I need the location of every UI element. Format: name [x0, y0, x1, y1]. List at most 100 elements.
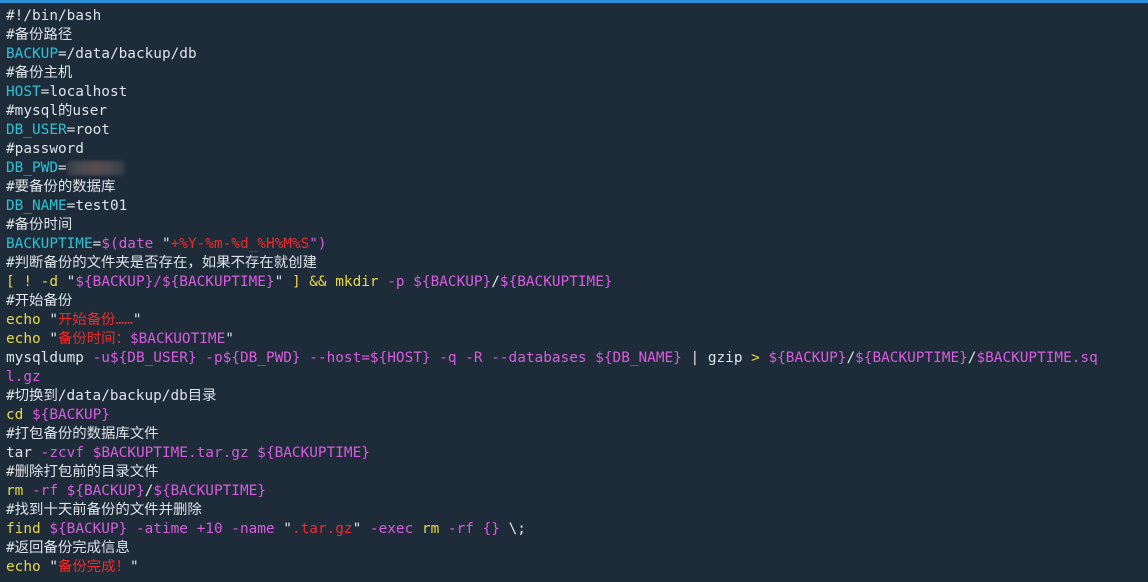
code-token-opt: -q -R --databases [430, 350, 596, 366]
code-token-txt: / [144, 483, 154, 499]
code-token-punct: " [40, 331, 58, 347]
code-token-var: HOST [6, 84, 41, 100]
code-token-punct: " [129, 559, 139, 575]
code-token-txt: =test01 [66, 198, 128, 214]
code-token-opt: ${BACKUP} [66, 483, 145, 499]
code-line: find ${BACKUP} -atime +10 -name ".tar.gz… [6, 520, 1144, 539]
code-token-txt: =localhost [40, 84, 128, 100]
code-token-str: 备份完成！ [57, 559, 130, 575]
code-token-txt: / [846, 350, 856, 366]
code-token-str: 开始备份…… [57, 312, 133, 328]
code-token-opt: -zcvf [32, 445, 93, 461]
code-token-opt: ${BACKUP} [32, 407, 110, 423]
code-line: echo "备份时间：$BACKUOTIME" [6, 330, 1144, 349]
code-token-opt: ${BACKUPTIME} [499, 274, 613, 290]
code-token-txt: tar [6, 445, 32, 461]
code-token-punct: " [161, 236, 171, 252]
code-token-opt: -p [378, 274, 414, 290]
code-token-comment: #!/bin/bash [6, 8, 102, 24]
code-line: #要备份的数据库 [6, 178, 1144, 197]
code-token-opt: ${BACKUP} [413, 274, 492, 290]
code-token-opt: ${DB_PWD} [222, 350, 301, 366]
code-token-opt: {} [482, 521, 500, 537]
code-token-opt: ${HOST} [369, 350, 431, 366]
code-token-str: 备份时间： [57, 331, 130, 347]
code-token-opt: $BACKUOTIME [129, 331, 226, 347]
code-token-comment: #开始备份 [6, 293, 73, 309]
code-token-opt: ") [309, 236, 327, 252]
code-line: mysqldump -u${DB_USER} -p${DB_PWD} --hos… [6, 349, 1144, 368]
code-line: #开始备份 [6, 292, 1144, 311]
code-token-comment: #mysql的user [6, 103, 108, 119]
code-token-opt: -rf [439, 521, 483, 537]
code-line: HOST=localhost [6, 83, 1144, 102]
code-line: #备份主机 [6, 64, 1144, 83]
code-line: #!/bin/bash [6, 7, 1144, 26]
code-token-opt: -atime +10 -name [127, 521, 284, 537]
code-token-txt: | gzip [681, 350, 752, 366]
code-token-opt: $BACKUPTIME.sq [976, 350, 1098, 366]
code-token-var: DB_USER [6, 122, 67, 138]
code-token-opt: -p [196, 350, 223, 366]
code-token-comment: #备份主机 [6, 65, 73, 81]
code-token-cmd: echo [6, 312, 41, 328]
code-token-txt: =root [66, 122, 110, 138]
code-line: cd ${BACKUP} [6, 406, 1144, 425]
code-token-cmd: > [751, 350, 769, 366]
code-token-opt: -rf [23, 483, 67, 499]
code-token-opt: -exec [361, 521, 422, 537]
code-line: echo "备份完成！" [6, 558, 1144, 577]
code-token-txt: = [57, 160, 67, 176]
code-token-cmd: [ ! -d [6, 274, 67, 290]
code-line: tar -zcvf $BACKUPTIME.tar.gz ${BACKUPTIM… [6, 444, 1144, 463]
code-token-cmd: echo [6, 559, 41, 575]
code-line: #找到十天前备份的文件并删除 [6, 501, 1144, 520]
script-editor[interactable]: #!/bin/bash #备份路径 BACKUP=/data/backup/db #备… [6, 7, 1144, 577]
code-token-cmd: rm [421, 521, 440, 537]
code-token-punct: " [40, 559, 58, 575]
code-token-comment: #备份路径 [6, 27, 73, 43]
code-line: DB_PWD= [6, 159, 1144, 178]
code-line: #mysql的user [6, 102, 1144, 121]
code-token-var: BACKUPTIME [6, 236, 93, 252]
code-token-cmd: mkdir [335, 274, 379, 290]
code-line: BACKUPTIME=$(date "+%Y-%m-%d_%H%M%S") [6, 235, 1144, 254]
code-token-opt: ${DB_NAME} [595, 350, 682, 366]
code-token-comment: #删除打包前的目录文件 [6, 464, 159, 480]
code-line: DB_USER=root [6, 121, 1144, 140]
code-token-var: DB_NAME [6, 198, 67, 214]
code-token-comment: #要备份的数据库 [6, 179, 116, 195]
code-line: #password [6, 140, 1144, 159]
code-token-cmd: ] && [283, 274, 336, 290]
code-token-punct: " [225, 331, 234, 347]
code-token-comment: #判断备份的文件夹是否存在，如果不存在就创建 [6, 255, 317, 271]
code-token-comment: #找到十天前备份的文件并删除 [6, 502, 202, 518]
code-token-txt: =/data/backup/db [57, 46, 197, 62]
code-token-str: .tar.gz [291, 521, 353, 537]
code-token-opt: $(date [101, 236, 162, 252]
code-token-opt: -u [83, 350, 110, 366]
code-token-comment: #返回备份完成信息 [6, 540, 130, 556]
code-line: [ ! -d "${BACKUP}/${BACKUPTIME}" ] && mk… [6, 273, 1144, 292]
code-token-punct: " [40, 312, 58, 328]
code-line: #返回备份完成信息 [6, 539, 1144, 558]
code-line: #切换到/data/backup/db目录 [6, 387, 1144, 406]
code-token-var: BACKUP [6, 46, 58, 62]
code-token-txt: = [92, 236, 102, 252]
code-token-opt: --host= [300, 350, 370, 366]
redacted-password [66, 161, 125, 175]
code-token-opt: ${BACKUP} [49, 521, 128, 537]
code-token-var: DB_PWD [6, 160, 58, 176]
code-token-opt: ${BACKUPTIME} [855, 350, 968, 366]
code-token-comment: #password [6, 141, 84, 157]
code-token-opt: ${DB_USER} [109, 350, 197, 366]
code-token-cmd: cd [6, 407, 24, 423]
terminal-window[interactable]: #!/bin/bash #备份路径 BACKUP=/data/backup/db #备… [0, 0, 1148, 582]
code-line: DB_NAME=test01 [6, 197, 1144, 216]
code-token-cmd: find [6, 521, 41, 537]
code-line: #判断备份的文件夹是否存在，如果不存在就创建 [6, 254, 1144, 273]
code-token-punct: " [274, 274, 284, 290]
code-line: BACKUP=/data/backup/db [6, 45, 1144, 64]
code-token-txt: mysqldump [6, 350, 84, 366]
code-line: #备份路径 [6, 26, 1144, 45]
